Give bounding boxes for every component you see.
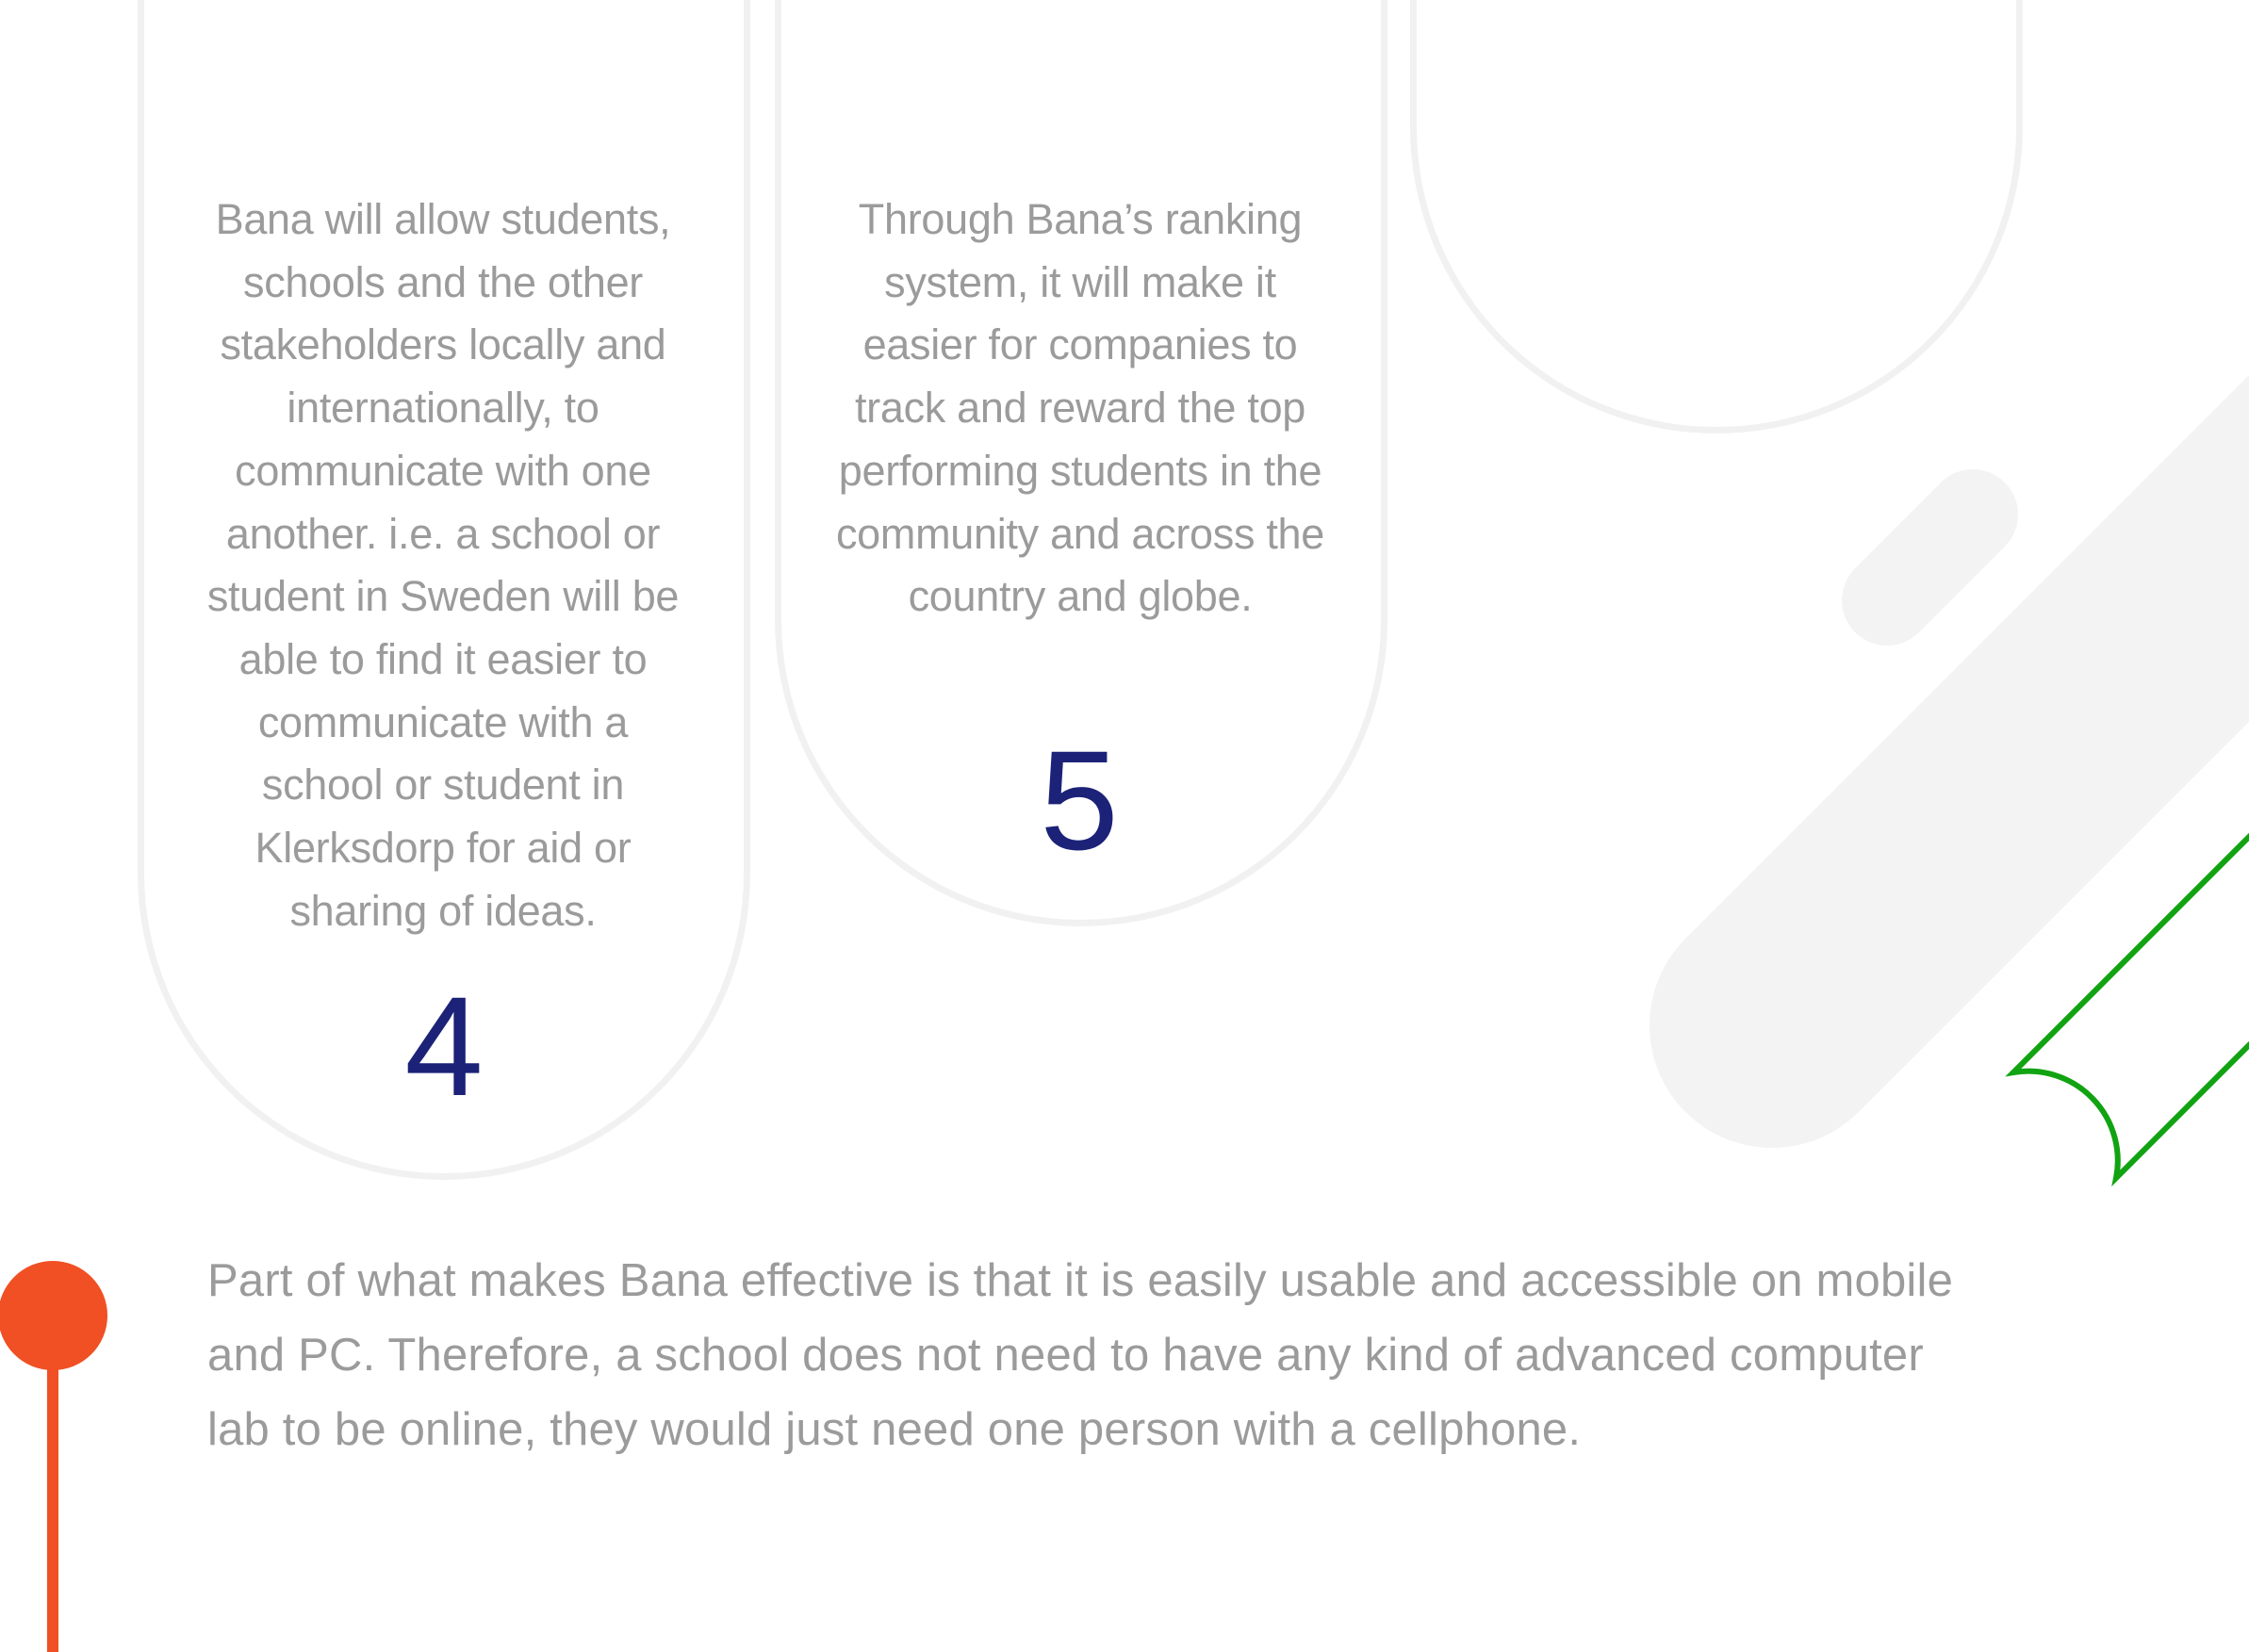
body-paragraph: Part of what makes Bana effective is tha… [207,1255,1954,1455]
card-4-text: Bana will allow students, schools and th… [206,195,680,935]
orange-timeline-dot [0,1261,107,1370]
small-diagonal-bar [1842,469,2018,646]
card-5-text: Through Bana’s ranking system, it will m… [835,195,1325,621]
card-5-number: 5 [1040,721,1119,879]
card-4-number: 4 [404,967,484,1125]
